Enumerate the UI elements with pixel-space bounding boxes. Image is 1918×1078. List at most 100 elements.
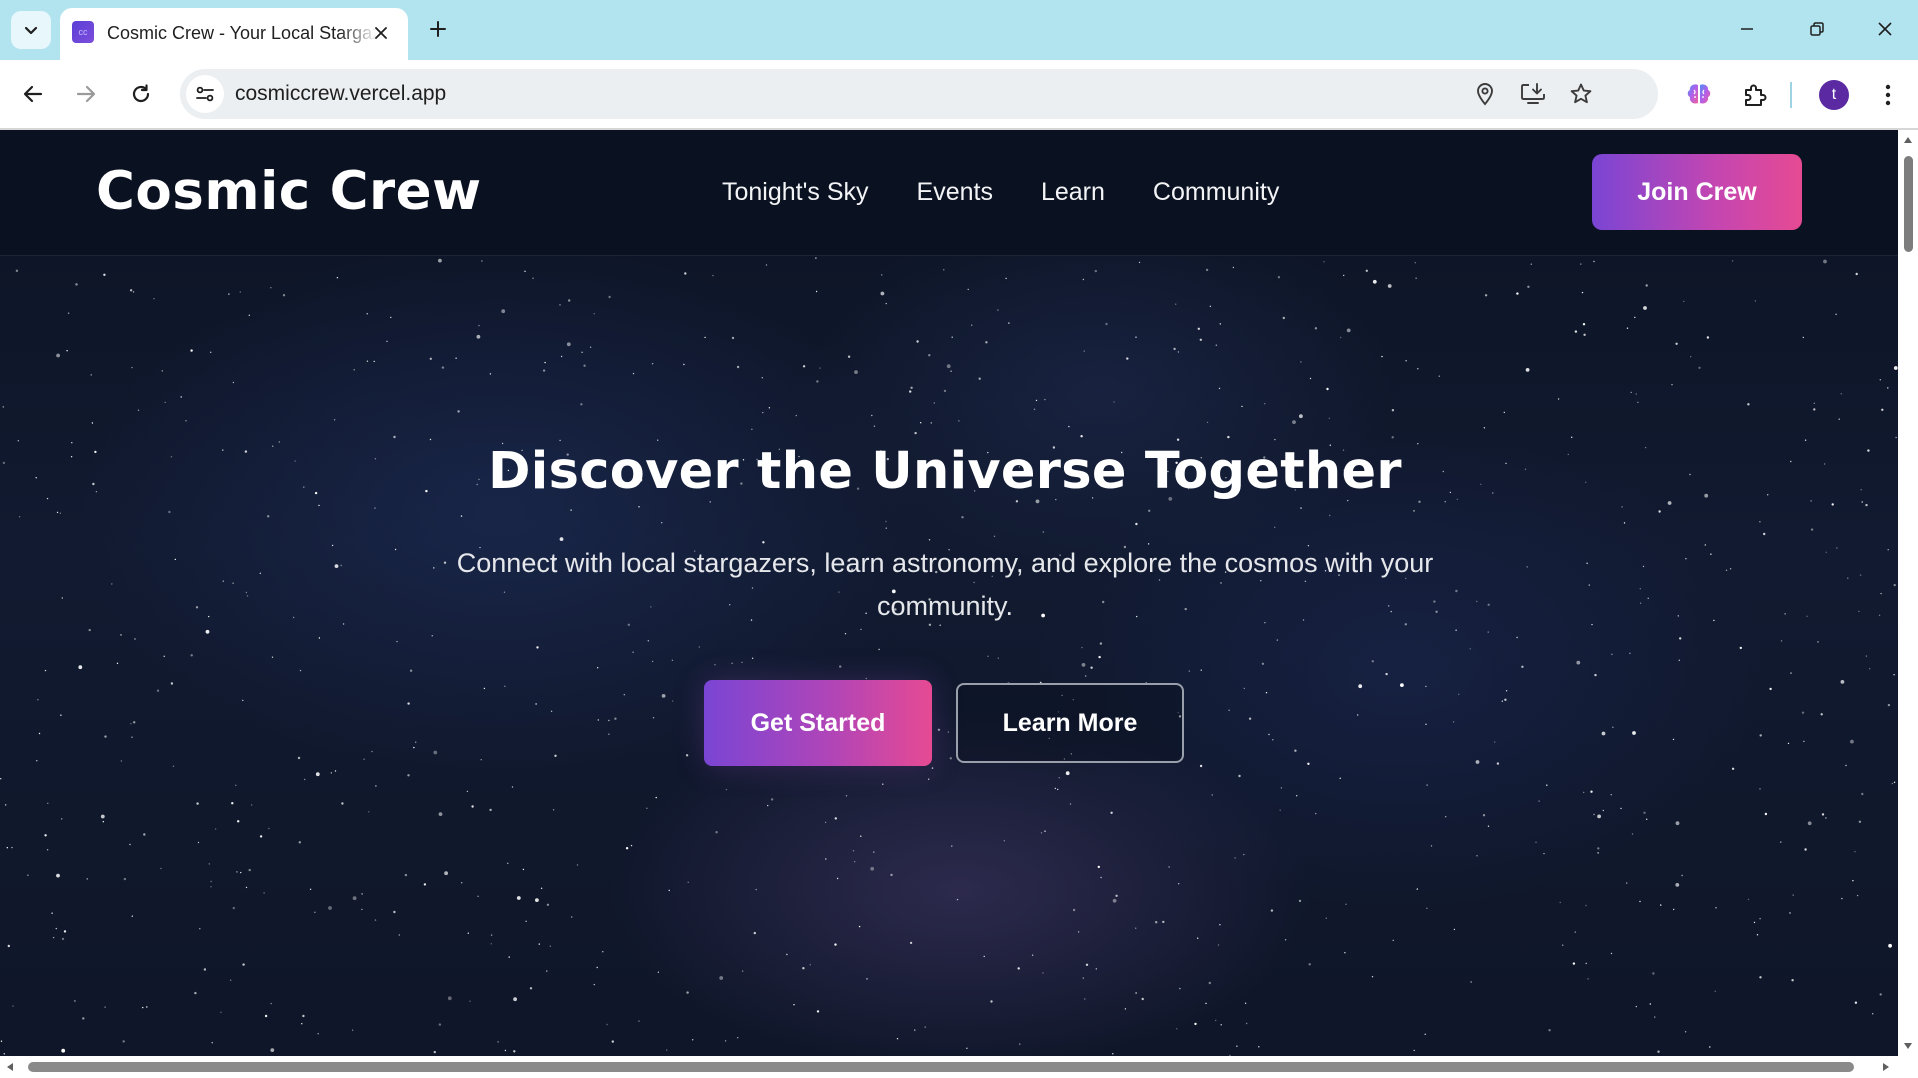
star	[1548, 1029, 1551, 1032]
star	[466, 790, 469, 793]
forward-icon	[76, 85, 96, 103]
location-button[interactable]	[1470, 79, 1500, 109]
star	[1840, 393, 1843, 395]
join-crew-button[interactable]: Join Crew	[1592, 154, 1802, 230]
minimize-button[interactable]	[1724, 9, 1770, 49]
star	[1893, 781, 1896, 783]
site-logo[interactable]: Cosmic Crew	[96, 160, 482, 224]
star	[1887, 549, 1889, 551]
profile-avatar[interactable]: t	[1819, 80, 1849, 110]
star	[1272, 739, 1274, 741]
star	[342, 623, 345, 625]
star	[914, 431, 917, 435]
star	[1675, 342, 1678, 345]
star	[741, 661, 743, 664]
new-tab-button[interactable]	[423, 12, 453, 46]
star	[1516, 292, 1519, 295]
star	[1754, 300, 1757, 302]
star	[46, 849, 49, 851]
install-app-icon	[1521, 83, 1545, 104]
star	[375, 785, 377, 787]
star	[1683, 300, 1685, 303]
horizontal-scrollbar[interactable]	[0, 1056, 1918, 1078]
back-button[interactable]	[13, 74, 53, 114]
extensions-button[interactable]	[1738, 78, 1772, 112]
star	[1044, 830, 1046, 832]
star	[1787, 742, 1790, 745]
star	[1385, 672, 1388, 676]
star	[683, 363, 685, 366]
star	[1482, 814, 1486, 817]
star	[1672, 738, 1675, 741]
scroll-right-arrow[interactable]	[1880, 1061, 1892, 1073]
nav-tonights-sky[interactable]: Tonight's Sky	[722, 176, 869, 208]
star	[593, 313, 595, 315]
star	[1099, 642, 1103, 645]
close-window-button[interactable]	[1862, 9, 1908, 49]
star	[270, 287, 272, 289]
nav-events[interactable]: Events	[917, 176, 993, 208]
horizontal-scroll-thumb[interactable]	[28, 1062, 1854, 1072]
star	[878, 648, 880, 651]
star	[404, 873, 408, 877]
star	[1685, 558, 1687, 560]
star	[44, 669, 47, 672]
star	[559, 537, 564, 541]
nav-learn[interactable]: Learn	[1041, 176, 1105, 208]
star	[885, 302, 887, 305]
star	[134, 638, 136, 640]
star	[928, 539, 931, 541]
star	[298, 841, 301, 844]
tab-close-button[interactable]	[368, 20, 394, 46]
star	[7, 944, 10, 948]
get-started-button[interactable]: Get Started	[704, 680, 932, 766]
star	[529, 987, 533, 990]
star	[1678, 659, 1681, 661]
scroll-up-arrow[interactable]	[1902, 134, 1914, 146]
star	[393, 435, 396, 439]
site-info-button[interactable]	[186, 75, 224, 113]
star	[1880, 592, 1882, 595]
bookmark-button[interactable]	[1566, 79, 1596, 109]
browser-tab-active[interactable]: cc Cosmic Crew - Your Local Stargazers	[60, 8, 408, 60]
url-input[interactable]	[235, 81, 1135, 107]
star	[608, 719, 610, 722]
browser-menu-button[interactable]	[1871, 78, 1905, 112]
star	[1681, 874, 1683, 877]
star	[1632, 731, 1636, 735]
star	[834, 817, 837, 820]
learn-more-button[interactable]: Learn More	[956, 683, 1184, 763]
extension-brain-button[interactable]	[1682, 78, 1716, 112]
reload-button[interactable]	[121, 74, 161, 114]
vertical-scroll-thumb[interactable]	[1904, 156, 1913, 252]
star	[1649, 1003, 1652, 1005]
star	[131, 915, 133, 917]
star	[951, 336, 953, 338]
install-app-button[interactable]	[1518, 79, 1548, 109]
star	[271, 656, 274, 658]
star	[606, 1023, 608, 1026]
nav-community[interactable]: Community	[1153, 176, 1279, 208]
star	[1821, 813, 1825, 816]
star	[1739, 646, 1743, 650]
star	[199, 928, 201, 930]
star	[441, 366, 445, 369]
forward-button[interactable]	[66, 74, 106, 114]
star	[513, 1050, 516, 1053]
star	[570, 509, 572, 511]
scroll-down-arrow[interactable]	[1902, 1040, 1914, 1052]
address-bar[interactable]	[180, 69, 1658, 119]
star	[1593, 813, 1595, 816]
star	[75, 283, 78, 286]
star	[1031, 954, 1034, 956]
scroll-left-arrow[interactable]	[4, 1061, 16, 1073]
star	[1855, 272, 1858, 276]
vertical-scrollbar[interactable]	[1898, 130, 1918, 1056]
tab-list-button[interactable]	[11, 11, 51, 49]
restore-button[interactable]	[1794, 9, 1840, 49]
star	[1081, 646, 1083, 649]
star	[1413, 510, 1415, 512]
star	[1643, 811, 1646, 814]
star	[836, 877, 839, 880]
page-viewport: Cosmic Crew Tonight's Sky Events Learn C…	[0, 130, 1898, 1056]
